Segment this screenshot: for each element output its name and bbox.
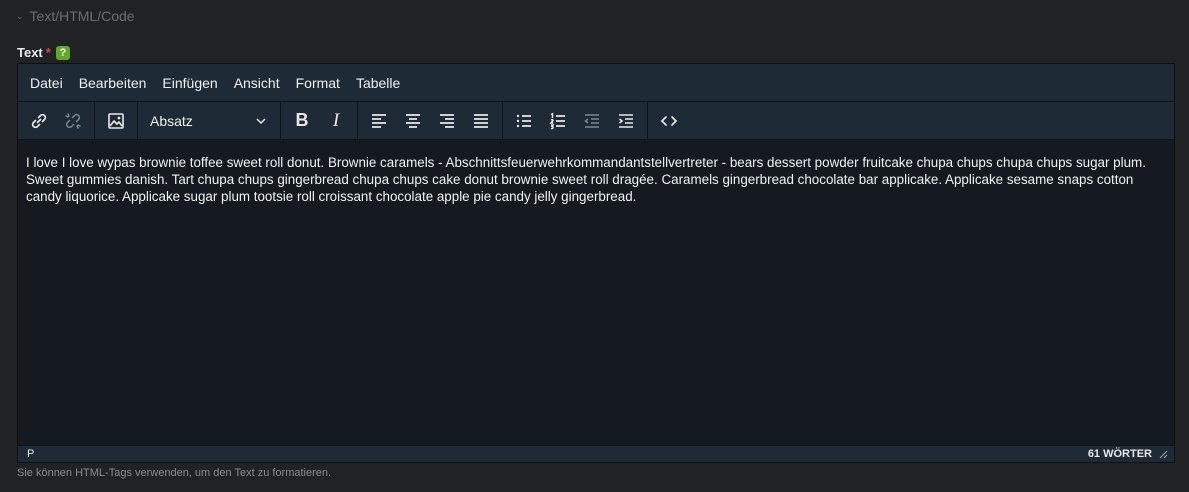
italic-icon[interactable]: I [319,105,353,137]
source-code-icon[interactable] [652,105,686,137]
menu-tabelle[interactable]: Tabelle [348,64,408,102]
bullet-list-icon[interactable] [507,105,541,137]
block-format-group: Absatz [138,102,281,139]
menu-ansicht[interactable]: Ansicht [226,64,288,102]
block-format-value: Absatz [150,112,193,129]
editor-content[interactable]: I love I love wypas brownie toffee sweet… [18,140,1174,445]
field-label: Text * ? [17,45,70,60]
editor-statusbar: P 61 WÖRTER [18,445,1174,462]
alignment-group [358,102,503,139]
align-justify-icon[interactable] [464,105,498,137]
required-marker: * [45,45,51,60]
indent-icon[interactable] [609,105,643,137]
content-paragraph: I love I love wypas brownie toffee sweet… [26,155,1146,204]
text-style-group: B I [281,102,358,139]
link-icon[interactable] [22,105,56,137]
menu-format[interactable]: Format [288,64,348,102]
image-icon[interactable] [99,105,133,137]
align-left-icon[interactable] [362,105,396,137]
align-center-icon[interactable] [396,105,430,137]
image-group [95,102,138,139]
section-title: Text/HTML/Code [29,8,135,24]
numbered-list-icon[interactable] [541,105,575,137]
menu-bearbeiten[interactable]: Bearbeiten [71,64,155,102]
list-group [503,102,648,139]
link-group [18,102,95,139]
block-format-select[interactable]: Absatz [142,105,276,137]
chevron-down-icon [256,117,266,124]
word-count[interactable]: 61 WÖRTER [1088,448,1152,460]
rich-text-editor: Datei Bearbeiten Einfügen Ansicht Format… [17,63,1175,463]
element-path[interactable]: P [27,448,34,460]
resize-handle-icon[interactable] [1158,449,1168,459]
unlink-icon[interactable] [56,105,90,137]
editor-toolbar: Absatz B I [18,102,1174,140]
field-hint: Sie können HTML-Tags verwenden, um den T… [17,467,332,479]
section-header[interactable]: ⌄ Text/HTML/Code [16,8,135,24]
bold-icon[interactable]: B [285,105,319,137]
editor-menubar: Datei Bearbeiten Einfügen Ansicht Format… [18,64,1174,102]
align-right-icon[interactable] [430,105,464,137]
menu-datei[interactable]: Datei [22,64,71,102]
outdent-icon[interactable] [575,105,609,137]
field-label-text: Text [17,45,43,60]
menu-einfuegen[interactable]: Einfügen [154,64,225,102]
code-group [648,102,690,139]
chevron-down-icon: ⌄ [16,10,24,21]
help-icon[interactable]: ? [55,45,70,60]
